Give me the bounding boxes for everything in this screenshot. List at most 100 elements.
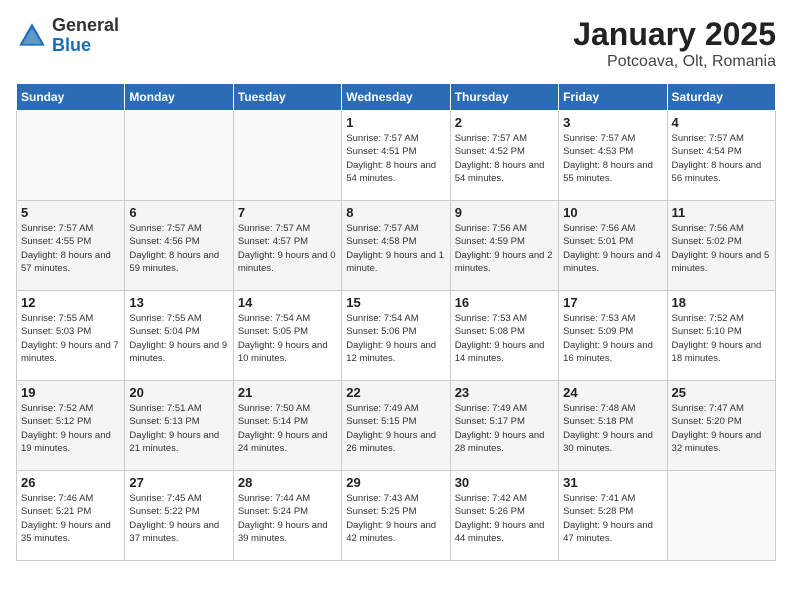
day-number: 9 bbox=[455, 205, 554, 220]
calendar-cell: 28Sunrise: 7:44 AMSunset: 5:24 PMDayligh… bbox=[233, 471, 341, 561]
day-number: 25 bbox=[672, 385, 771, 400]
day-info: Sunrise: 7:57 AMSunset: 4:58 PMDaylight:… bbox=[346, 222, 445, 275]
day-number: 15 bbox=[346, 295, 445, 310]
day-number: 31 bbox=[563, 475, 662, 490]
calendar-cell: 25 Sunrise: 7:47 AMSunset: 5:20 PMDayligh… bbox=[667, 381, 775, 471]
day-info: Sunrise: 7:52 AMSunset: 5:12 PMDaylight:… bbox=[21, 402, 120, 455]
day-info: Sunrise: 7:55 AMSunset: 5:04 PMDaylight:… bbox=[129, 312, 228, 365]
day-info: Sunrise: 7:51 AMSunset: 5:13 PMDaylight:… bbox=[129, 402, 228, 455]
day-info: Sunrise: 7:57 AMSunset: 4:57 PMDaylight:… bbox=[238, 222, 337, 275]
day-number: 13 bbox=[129, 295, 228, 310]
calendar-cell: 5Sunrise: 7:57 AMSunset: 4:55 PMDaylight… bbox=[17, 201, 125, 291]
calendar-week-row: 12 Sunrise: 7:55 AMSunset: 5:03 PMDayligh… bbox=[17, 291, 776, 381]
day-info: Sunrise: 7:56 AMSunset: 4:59 PMDaylight:… bbox=[455, 222, 554, 275]
day-info: Sunrise: 7:42 AMSunset: 5:26 PMDaylight:… bbox=[455, 492, 554, 545]
calendar-week-row: 5Sunrise: 7:57 AMSunset: 4:55 PMDaylight… bbox=[17, 201, 776, 291]
logo-icon bbox=[16, 20, 48, 52]
day-number: 18 bbox=[672, 295, 771, 310]
calendar-cell bbox=[125, 111, 233, 201]
calendar-cell: 26 Sunrise: 7:46 AMSunset: 5:21 PMDayligh… bbox=[17, 471, 125, 561]
calendar-cell bbox=[233, 111, 341, 201]
calendar-cell: 1Sunrise: 7:57 AMSunset: 4:51 PMDaylight… bbox=[342, 111, 450, 201]
day-number: 14 bbox=[238, 295, 337, 310]
weekday-header: Thursday bbox=[450, 84, 558, 111]
day-info: Sunrise: 7:41 AMSunset: 5:28 PMDaylight:… bbox=[563, 492, 662, 545]
calendar-week-row: 1Sunrise: 7:57 AMSunset: 4:51 PMDaylight… bbox=[17, 111, 776, 201]
day-info: Sunrise: 7:57 AMSunset: 4:53 PMDaylight:… bbox=[563, 132, 662, 185]
day-info: Sunrise: 7:48 AMSunset: 5:18 PMDaylight:… bbox=[563, 402, 662, 455]
calendar-cell: 3 Sunrise: 7:57 AMSunset: 4:53 PMDaylight… bbox=[559, 111, 667, 201]
day-info: Sunrise: 7:49 AMSunset: 5:17 PMDaylight:… bbox=[455, 402, 554, 455]
day-info: Sunrise: 7:53 AMSunset: 5:08 PMDaylight:… bbox=[455, 312, 554, 365]
calendar-cell: 8 Sunrise: 7:57 AMSunset: 4:58 PMDaylight… bbox=[342, 201, 450, 291]
calendar-cell bbox=[667, 471, 775, 561]
location-text: Potcoava, Olt, Romania bbox=[573, 53, 776, 71]
day-number: 4 bbox=[672, 115, 771, 130]
day-info: Sunrise: 7:57 AMSunset: 4:54 PMDaylight:… bbox=[672, 132, 771, 185]
day-number: 16 bbox=[455, 295, 554, 310]
calendar-cell: 6Sunrise: 7:57 AMSunset: 4:56 PMDaylight… bbox=[125, 201, 233, 291]
day-info: Sunrise: 7:55 AMSunset: 5:03 PMDaylight:… bbox=[21, 312, 120, 365]
day-number: 3 bbox=[563, 115, 662, 130]
logo-blue-text: Blue bbox=[52, 35, 91, 55]
day-number: 12 bbox=[21, 295, 120, 310]
calendar-cell: 31 Sunrise: 7:41 AMSunset: 5:28 PMDayligh… bbox=[559, 471, 667, 561]
day-info: Sunrise: 7:50 AMSunset: 5:14 PMDaylight:… bbox=[238, 402, 337, 455]
day-info: Sunrise: 7:56 AMSunset: 5:02 PMDaylight:… bbox=[672, 222, 771, 275]
calendar-cell: 27Sunrise: 7:45 AMSunset: 5:22 PMDayligh… bbox=[125, 471, 233, 561]
day-info: Sunrise: 7:47 AMSunset: 5:20 PMDaylight:… bbox=[672, 402, 771, 455]
day-info: Sunrise: 7:44 AMSunset: 5:24 PMDaylight:… bbox=[238, 492, 337, 545]
calendar-cell: 11 Sunrise: 7:56 AMSunset: 5:02 PMDayligh… bbox=[667, 201, 775, 291]
day-number: 7 bbox=[238, 205, 337, 220]
day-number: 24 bbox=[563, 385, 662, 400]
day-number: 6 bbox=[129, 205, 228, 220]
day-info: Sunrise: 7:45 AMSunset: 5:22 PMDaylight:… bbox=[129, 492, 228, 545]
day-number: 8 bbox=[346, 205, 445, 220]
day-number: 29 bbox=[346, 475, 445, 490]
day-number: 20 bbox=[129, 385, 228, 400]
calendar-cell: 24 Sunrise: 7:48 AMSunset: 5:18 PMDayligh… bbox=[559, 381, 667, 471]
calendar-cell: 18 Sunrise: 7:52 AMSunset: 5:10 PMDayligh… bbox=[667, 291, 775, 381]
weekday-header: Wednesday bbox=[342, 84, 450, 111]
day-number: 2 bbox=[455, 115, 554, 130]
weekday-header: Tuesday bbox=[233, 84, 341, 111]
calendar-cell: 14 Sunrise: 7:54 AMSunset: 5:05 PMDayligh… bbox=[233, 291, 341, 381]
title-block: January 2025 Potcoava, Olt, Romania bbox=[573, 16, 776, 71]
calendar-cell: 12 Sunrise: 7:55 AMSunset: 5:03 PMDayligh… bbox=[17, 291, 125, 381]
day-info: Sunrise: 7:49 AMSunset: 5:15 PMDaylight:… bbox=[346, 402, 445, 455]
calendar-week-row: 26 Sunrise: 7:46 AMSunset: 5:21 PMDayligh… bbox=[17, 471, 776, 561]
logo-text: General Blue bbox=[52, 16, 119, 56]
day-info: Sunrise: 7:46 AMSunset: 5:21 PMDaylight:… bbox=[21, 492, 120, 545]
day-number: 17 bbox=[563, 295, 662, 310]
calendar-body: 1Sunrise: 7:57 AMSunset: 4:51 PMDaylight… bbox=[17, 111, 776, 561]
day-info: Sunrise: 7:53 AMSunset: 5:09 PMDaylight:… bbox=[563, 312, 662, 365]
calendar-cell: 4 Sunrise: 7:57 AMSunset: 4:54 PMDaylight… bbox=[667, 111, 775, 201]
calendar-cell: 21Sunrise: 7:50 AMSunset: 5:14 PMDayligh… bbox=[233, 381, 341, 471]
calendar-table: SundayMondayTuesdayWednesdayThursdayFrid… bbox=[16, 83, 776, 561]
day-number: 10 bbox=[563, 205, 662, 220]
calendar-cell bbox=[17, 111, 125, 201]
weekday-header: Monday bbox=[125, 84, 233, 111]
day-number: 11 bbox=[672, 205, 771, 220]
calendar-cell: 30 Sunrise: 7:42 AMSunset: 5:26 PMDayligh… bbox=[450, 471, 558, 561]
calendar-cell: 20 Sunrise: 7:51 AMSunset: 5:13 PMDayligh… bbox=[125, 381, 233, 471]
calendar-cell: 13 Sunrise: 7:55 AMSunset: 5:04 PMDayligh… bbox=[125, 291, 233, 381]
calendar-cell: 22Sunrise: 7:49 AMSunset: 5:15 PMDayligh… bbox=[342, 381, 450, 471]
logo-general-text: General bbox=[52, 15, 119, 35]
day-info: Sunrise: 7:57 AMSunset: 4:52 PMDaylight:… bbox=[455, 132, 554, 185]
calendar-cell: 7 Sunrise: 7:57 AMSunset: 4:57 PMDaylight… bbox=[233, 201, 341, 291]
day-info: Sunrise: 7:56 AMSunset: 5:01 PMDaylight:… bbox=[563, 222, 662, 275]
calendar-cell: 10 Sunrise: 7:56 AMSunset: 5:01 PMDayligh… bbox=[559, 201, 667, 291]
logo: General Blue bbox=[16, 16, 119, 56]
calendar-header: SundayMondayTuesdayWednesdayThursdayFrid… bbox=[17, 84, 776, 111]
day-number: 23 bbox=[455, 385, 554, 400]
day-info: Sunrise: 7:52 AMSunset: 5:10 PMDaylight:… bbox=[672, 312, 771, 365]
weekday-header: Sunday bbox=[17, 84, 125, 111]
day-info: Sunrise: 7:54 AMSunset: 5:05 PMDaylight:… bbox=[238, 312, 337, 365]
day-number: 26 bbox=[21, 475, 120, 490]
calendar-cell: 9 Sunrise: 7:56 AMSunset: 4:59 PMDaylight… bbox=[450, 201, 558, 291]
calendar-cell: 29Sunrise: 7:43 AMSunset: 5:25 PMDayligh… bbox=[342, 471, 450, 561]
month-title: January 2025 bbox=[573, 16, 776, 53]
day-number: 19 bbox=[21, 385, 120, 400]
day-number: 30 bbox=[455, 475, 554, 490]
